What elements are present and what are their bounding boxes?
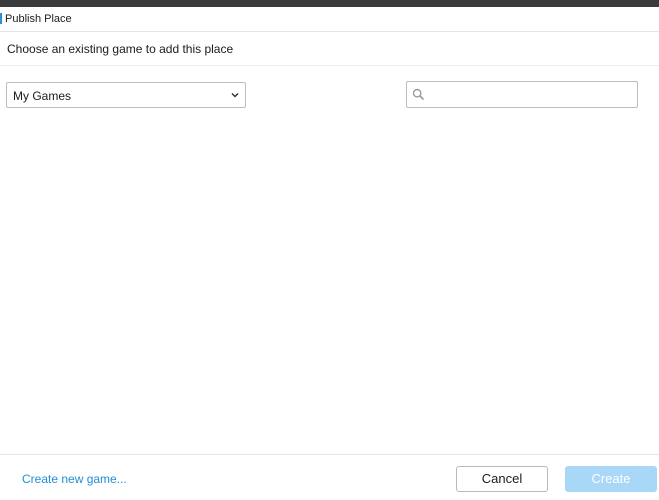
search-box[interactable] [406,81,638,108]
window-title: Publish Place [5,13,72,25]
search-input[interactable] [429,84,629,104]
window-top-strip [0,0,659,7]
footer-divider [0,454,659,455]
create-new-game-link[interactable]: Create new game... [22,471,127,487]
create-button[interactable]: Create [565,466,657,492]
search-icon [412,88,425,101]
games-filter-value: My Games [13,89,72,103]
game-list [0,115,659,453]
publish-place-dialog: Publish Place Choose an existing game to… [0,0,659,500]
title-bar: Publish Place [0,7,659,32]
chevron-down-icon [231,92,239,98]
window-icon [0,13,2,24]
divider [0,65,659,66]
instruction-text: Choose an existing game to add this plac… [7,42,234,56]
cancel-button[interactable]: Cancel [456,466,548,492]
games-filter-dropdown[interactable]: My Games [6,82,246,108]
